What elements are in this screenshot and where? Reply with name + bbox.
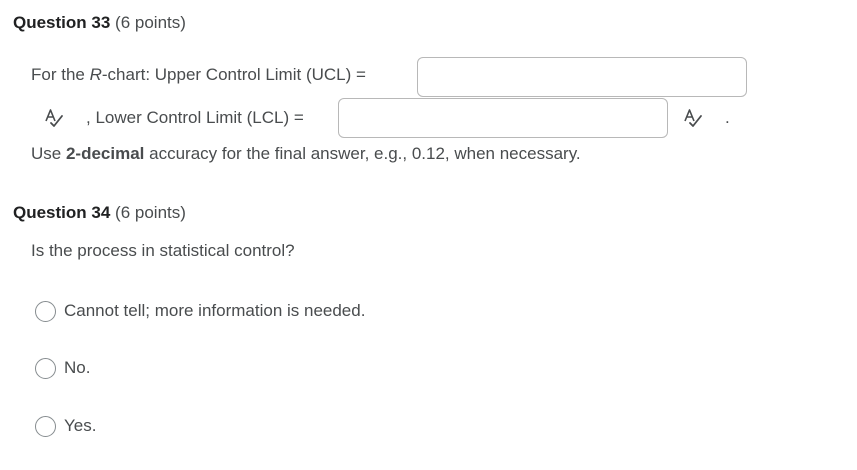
option-label: Cannot tell; more information is needed. [64, 301, 366, 320]
radio-button[interactable] [35, 300, 56, 322]
question-34-prompt: Is the process in statistical control? [31, 241, 295, 260]
question-34-heading: Question 34 (6 points) [13, 203, 186, 223]
ucl-prompt: For the R-chart: Upper Control Limit (UC… [31, 65, 366, 85]
option-label: No. [64, 358, 91, 377]
instruction-bold: 2-decimal [65, 144, 145, 163]
option-cannot-tell[interactable]: Cannot tell; more information is needed. [35, 298, 365, 324]
option-no[interactable]: No. [35, 355, 90, 381]
question-33-title: Question 33 [13, 13, 111, 32]
decimal-instruction: Use 2-decimal accuracy for the final ans… [31, 144, 581, 164]
quiz-page: Question 33 (6 points) For the R-chart: … [0, 0, 857, 470]
question-34-points: (6 points) [115, 203, 186, 222]
option-yes[interactable]: Yes. [35, 413, 96, 439]
lcl-input[interactable] [338, 98, 668, 138]
spellcheck-icon[interactable] [42, 106, 66, 130]
ucl-input[interactable] [417, 57, 747, 97]
option-label: Yes. [64, 416, 97, 435]
lcl-period: . [725, 108, 730, 127]
question-33-points: (6 points) [115, 13, 186, 32]
question-34-title: Question 34 [13, 203, 111, 222]
instruction-post: accuracy for the final answer, e.g., 0.1… [144, 144, 581, 163]
spellcheck-icon[interactable] [681, 106, 705, 130]
ucl-prompt-prefix: For the [31, 65, 90, 84]
r-letter: R [89, 65, 102, 84]
radio-button[interactable] [35, 357, 56, 379]
ucl-label: -chart: Upper Control Limit (UCL) = [101, 65, 366, 84]
instruction-pre: Use [31, 144, 66, 163]
lcl-label: , Lower Control Limit (LCL) = [86, 108, 304, 127]
question-33-heading: Question 33 (6 points) [13, 13, 186, 33]
radio-button[interactable] [35, 415, 56, 437]
